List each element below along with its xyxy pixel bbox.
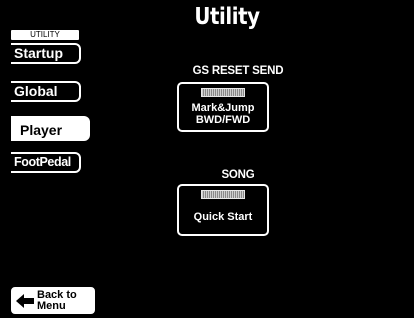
- song-title: SONG: [221, 169, 255, 181]
- quick-start-button[interactable]: Quick Start: [177, 184, 269, 236]
- quick-start-label: Quick Start: [193, 211, 253, 223]
- indicator-led-icon: [201, 88, 245, 97]
- section-label: UTILITY: [11, 30, 79, 40]
- page-title: Utility: [194, 4, 260, 30]
- utility-screen: Utility UTILITY Startup Global Player Fo…: [0, 0, 420, 318]
- gs-reset-send-title: GS RESET SEND: [192, 65, 284, 77]
- back-to-menu-label: Back to Menu: [37, 290, 95, 312]
- tab-footpedal[interactable]: FootPedal: [11, 152, 81, 173]
- mark-jump-label: Mark&Jump: [191, 102, 255, 114]
- bwd-fwd-label: BWD/FWD: [195, 114, 251, 126]
- indicator-led-icon: [201, 190, 245, 199]
- mark-jump-button[interactable]: Mark&Jump BWD/FWD: [177, 82, 269, 132]
- tab-global[interactable]: Global: [11, 81, 81, 102]
- back-label-line2: Menu: [37, 300, 66, 312]
- arrow-left-icon: [16, 294, 34, 308]
- tab-startup[interactable]: Startup: [11, 43, 81, 64]
- back-to-menu-button[interactable]: Back to Menu: [11, 287, 95, 314]
- tab-player[interactable]: Player: [11, 116, 90, 141]
